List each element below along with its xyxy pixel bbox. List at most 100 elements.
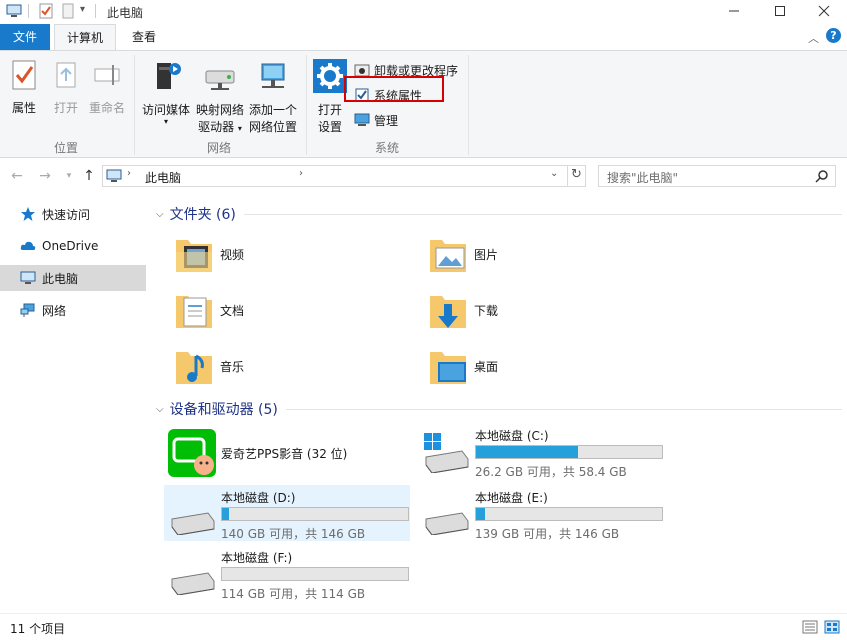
forward-arrow-icon[interactable]: → bbox=[36, 167, 54, 185]
search-input[interactable]: 搜索"此电脑" bbox=[598, 165, 836, 187]
breadcrumb-chevron-icon[interactable]: › bbox=[127, 168, 131, 179]
drive-c[interactable]: 本地磁盘 (C:) 26.2 GB 可用，共 58.4 GB bbox=[418, 423, 664, 479]
maximize-icon bbox=[775, 6, 785, 16]
window-title: 此电脑 bbox=[107, 6, 144, 20]
drive-usage-bar bbox=[221, 507, 409, 521]
quick-access-dropdown-icon[interactable]: ▾ bbox=[80, 4, 85, 15]
drive-free-space: 140 GB 可用，共 146 GB bbox=[221, 527, 366, 541]
rename-icon bbox=[94, 65, 120, 85]
breadcrumb-chevron-icon[interactable]: › bbox=[299, 168, 303, 179]
cloud-icon bbox=[20, 241, 36, 250]
sidebar-item-network[interactable]: 网络 bbox=[0, 297, 146, 323]
drive-d[interactable]: 本地磁盘 (D:) 140 GB 可用，共 146 GB bbox=[164, 485, 410, 541]
sidebar-item-onedrive[interactable]: OneDrive bbox=[0, 233, 146, 259]
section-header-drives[interactable]: ⌵ 设备和驱动器 (5) bbox=[156, 397, 842, 421]
group-divider bbox=[306, 55, 307, 155]
rename-button[interactable]: 重命名 bbox=[86, 57, 128, 117]
properties-check-icon[interactable] bbox=[38, 3, 54, 19]
properties-button[interactable]: 属性 bbox=[4, 57, 44, 117]
folder-label: 文档 bbox=[220, 303, 245, 318]
large-icons-view-icon[interactable] bbox=[824, 620, 840, 634]
access-media-button[interactable]: 访问媒体 ▾ bbox=[138, 57, 194, 126]
address-dropdown-icon[interactable]: ⌄ bbox=[550, 168, 558, 179]
navigation-pane: 快速访问 OneDrive 此电脑 网络 bbox=[0, 193, 148, 613]
drive-free-space: 139 GB 可用，共 146 GB bbox=[475, 527, 620, 541]
open-icon bbox=[56, 62, 76, 88]
sidebar-item-label: 快速访问 bbox=[42, 207, 91, 222]
add-location-label-line2: 网络位置 bbox=[248, 120, 297, 134]
hard-drive-icon bbox=[171, 572, 215, 595]
iqiyi-app-icon bbox=[168, 429, 216, 477]
minimize-icon bbox=[729, 10, 739, 12]
ribbon: 属性 打开 重命名 位置 访问媒体 ▾ 映射网络 驱动器 ▾ 添加一个 网络位置… bbox=[0, 50, 847, 158]
media-server-icon bbox=[157, 63, 181, 89]
star-icon bbox=[21, 207, 35, 221]
folder-label: 桌面 bbox=[474, 359, 499, 374]
open-settings-label-line2: 设置 bbox=[317, 120, 342, 134]
search-placeholder: 搜索"此电脑" bbox=[607, 171, 679, 185]
section-collapse-icon: ⌵ bbox=[156, 208, 164, 220]
computer-icon[interactable] bbox=[6, 3, 22, 19]
map-drive-label-line2: 驱动器 ▾ bbox=[198, 120, 242, 134]
breadcrumb-this-pc[interactable]: 此电脑 bbox=[145, 169, 181, 186]
maximize-button[interactable] bbox=[757, 0, 803, 22]
open-settings-label-line1: 打开 bbox=[317, 103, 342, 117]
drive-free-space: 114 GB 可用，共 114 GB bbox=[221, 587, 366, 601]
music-folder-icon bbox=[176, 352, 212, 384]
tab-file[interactable]: 文件 bbox=[0, 24, 50, 50]
folder-documents[interactable]: 文档 bbox=[174, 286, 374, 334]
drive-name: 本地磁盘 (C:) bbox=[475, 429, 549, 443]
folder-videos[interactable]: 视频 bbox=[174, 230, 374, 278]
group-label-location: 位置 bbox=[53, 141, 78, 155]
app-iqiyi-pps[interactable]: 爱奇艺PPS影音 (32 位) bbox=[164, 425, 410, 481]
manage-button[interactable]: 管理 bbox=[354, 109, 398, 131]
recent-locations-dropdown-icon[interactable]: ▾ bbox=[60, 167, 78, 185]
new-folder-icon[interactable] bbox=[60, 3, 76, 19]
sidebar-item-this-pc[interactable]: 此电脑 bbox=[0, 265, 146, 291]
drive-usage-fill bbox=[222, 508, 230, 520]
windows-drive-icon bbox=[424, 433, 469, 473]
sidebar-item-label: OneDrive bbox=[42, 239, 99, 253]
up-arrow-icon[interactable]: ↑ bbox=[80, 167, 98, 185]
drive-name: 本地磁盘 (D:) bbox=[221, 491, 296, 505]
group-label-network: 网络 bbox=[206, 141, 231, 155]
sidebar-item-label: 此电脑 bbox=[42, 271, 79, 286]
open-button[interactable]: 打开 bbox=[46, 57, 86, 117]
back-arrow-icon[interactable]: ← bbox=[8, 167, 26, 185]
folder-music[interactable]: 音乐 bbox=[174, 342, 374, 390]
details-view-icon[interactable] bbox=[802, 620, 818, 634]
add-network-location-button[interactable]: 添加一个 网络位置 bbox=[246, 57, 300, 136]
folder-label: 视频 bbox=[220, 247, 245, 262]
drive-f[interactable]: 本地磁盘 (F:) 114 GB 可用，共 114 GB bbox=[164, 545, 410, 601]
collapse-ribbon-icon[interactable]: ︿ bbox=[808, 30, 819, 46]
search-icon[interactable] bbox=[815, 169, 829, 183]
drive-usage-bar bbox=[221, 567, 409, 581]
map-network-drive-button[interactable]: 映射网络 驱动器 ▾ bbox=[194, 57, 246, 137]
address-bar[interactable]: › 此电脑 › ⌄ ↻ bbox=[102, 165, 586, 187]
downloads-folder-icon bbox=[430, 296, 466, 328]
tab-computer[interactable]: 计算机 bbox=[54, 24, 116, 51]
hard-drive-icon bbox=[171, 512, 215, 535]
section-header-folders[interactable]: ⌵ 文件夹 (6) bbox=[156, 202, 842, 226]
sidebar-item-quick-access[interactable]: 快速访问 bbox=[0, 201, 146, 227]
folder-downloads[interactable]: 下载 bbox=[428, 286, 628, 334]
drive-free-space: 26.2 GB 可用，共 58.4 GB bbox=[475, 465, 627, 479]
folder-desktop[interactable]: 桌面 bbox=[428, 342, 628, 390]
open-label: 打开 bbox=[53, 101, 78, 115]
folder-pictures[interactable]: 图片 bbox=[428, 230, 628, 278]
hard-drive-icon bbox=[425, 512, 469, 535]
desktop-folder-icon bbox=[430, 352, 466, 384]
network-icon bbox=[20, 303, 35, 317]
manage-label: 管理 bbox=[374, 113, 399, 128]
drive-usage-fill bbox=[476, 446, 579, 458]
help-icon[interactable]: ? bbox=[826, 28, 841, 43]
open-settings-button[interactable]: 打开 设置 bbox=[312, 57, 348, 136]
minimize-button[interactable] bbox=[711, 0, 757, 22]
rename-label: 重命名 bbox=[88, 101, 125, 115]
refresh-icon[interactable]: ↻ bbox=[571, 167, 582, 182]
computer-icon bbox=[20, 271, 36, 284]
drive-e[interactable]: 本地磁盘 (E:) 139 GB 可用，共 146 GB bbox=[418, 485, 664, 541]
item-count: 11 个项目 bbox=[10, 622, 66, 636]
close-button[interactable] bbox=[801, 0, 847, 22]
tab-view[interactable]: 查看 bbox=[120, 24, 168, 50]
